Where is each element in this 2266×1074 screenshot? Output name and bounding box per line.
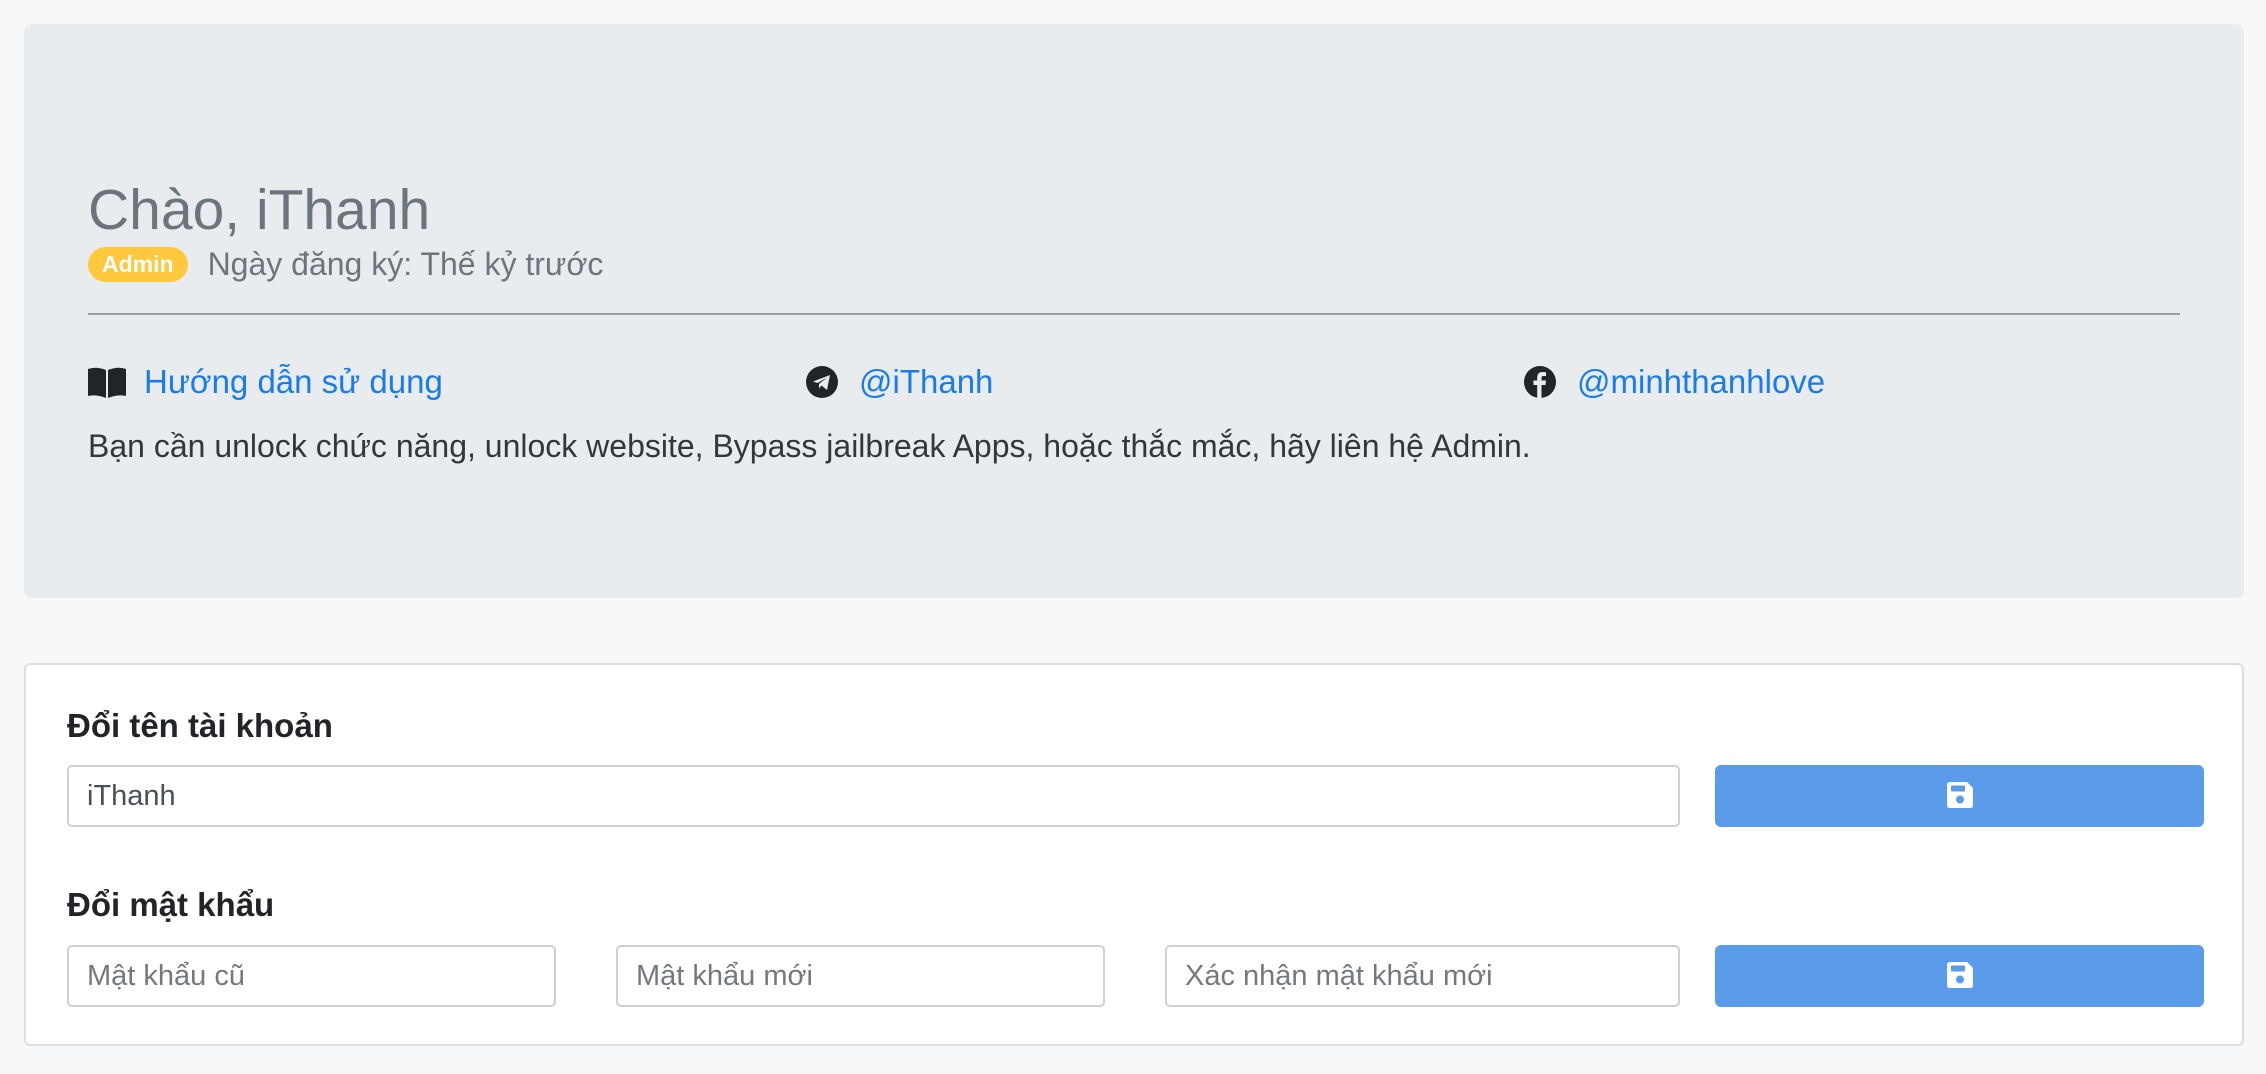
confirm-password-input[interactable] [1165, 945, 1680, 1007]
change-password-title: Đổi mật khẩu [67, 886, 275, 923]
facebook-link-item[interactable]: @minhthanhlove [1521, 360, 1825, 404]
username-input[interactable] [67, 765, 1680, 827]
facebook-icon [1521, 363, 1559, 401]
contact-notice: Bạn cần unlock chức năng, unlock website… [88, 428, 1531, 464]
guide-link[interactable]: Hướng dẫn sử dụng [144, 363, 443, 401]
floppy-disk-icon [1946, 961, 1973, 991]
user-meta: Admin Ngày đăng ký: Thế kỷ trước [88, 239, 603, 289]
greeting-heading: Chào, iThanh [88, 178, 431, 242]
new-password-input[interactable] [616, 945, 1105, 1007]
registration-date: Ngày đăng ký: Thế kỷ trước [207, 245, 604, 282]
welcome-panel: Chào, iThanh Admin Ngày đăng ký: Thế kỷ … [24, 24, 2244, 598]
account-settings-card: Đổi tên tài khoản Đổi mật khẩu [24, 663, 2244, 1046]
old-password-input[interactable] [67, 945, 556, 1007]
role-badge: Admin [88, 246, 188, 282]
telegram-icon [803, 363, 841, 401]
save-username-button[interactable] [1715, 765, 2204, 827]
floppy-disk-icon [1946, 781, 1973, 811]
telegram-link-item[interactable]: @iThanh [803, 360, 993, 404]
guide-link-item[interactable]: Hướng dẫn sử dụng [88, 360, 443, 404]
telegram-link[interactable]: @iThanh [859, 363, 993, 401]
divider [88, 313, 2180, 315]
rename-title: Đổi tên tài khoản [67, 707, 333, 744]
facebook-link[interactable]: @minhthanhlove [1577, 363, 1825, 401]
save-password-button[interactable] [1715, 945, 2204, 1007]
book-icon [88, 363, 126, 401]
